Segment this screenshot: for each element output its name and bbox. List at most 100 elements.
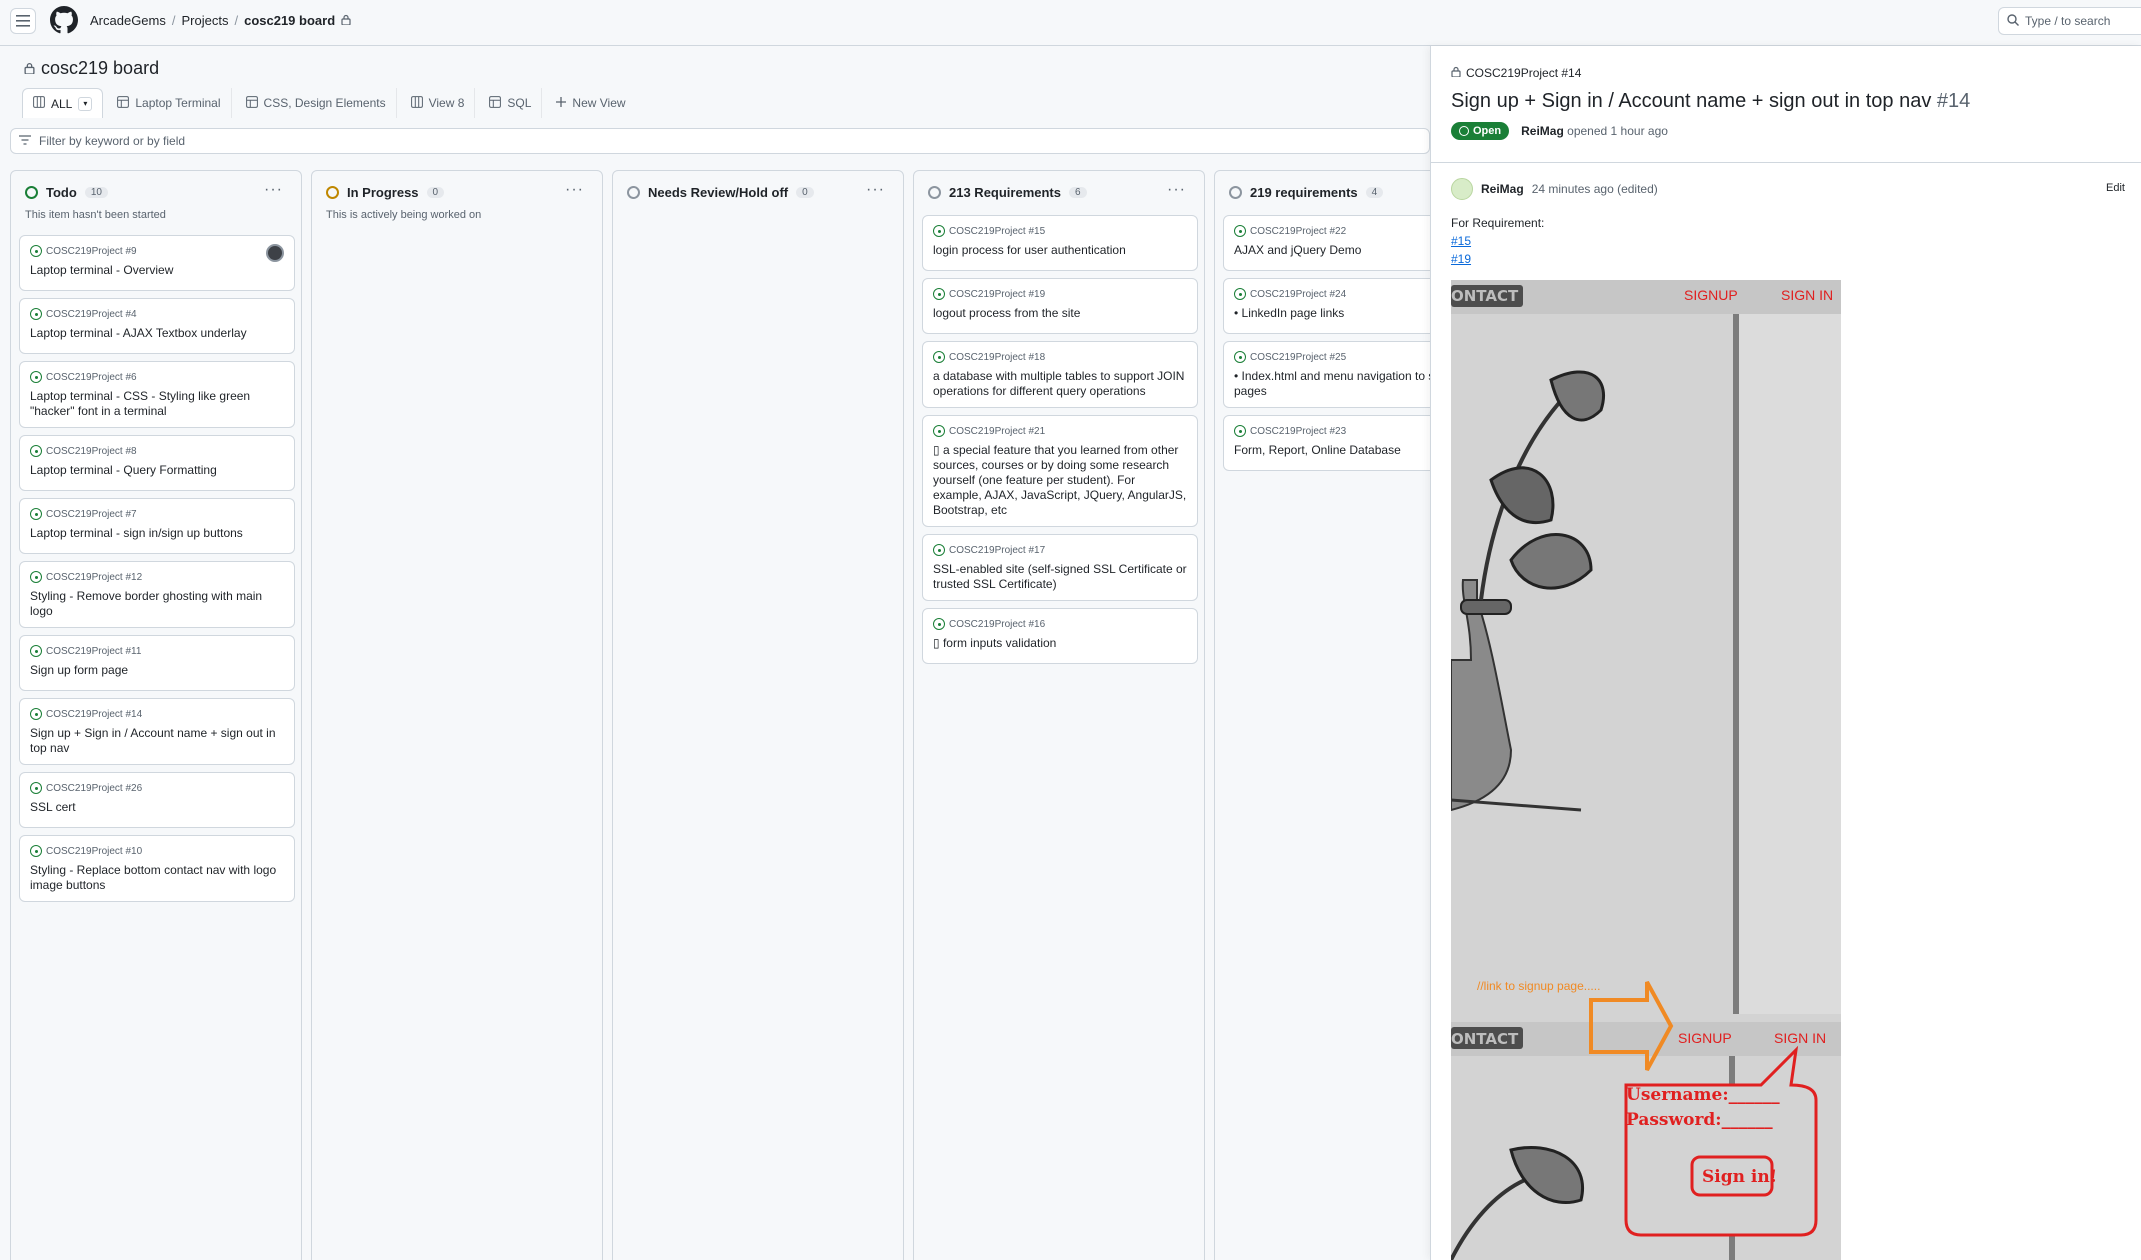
card-ref-text: COSC219Project #6: [46, 371, 137, 383]
edit-button[interactable]: Edit: [2106, 182, 2125, 194]
more-options-icon[interactable]: ···: [264, 181, 283, 199]
lock-icon: [341, 13, 351, 28]
column-header: Todo 10: [25, 185, 108, 200]
chevron-down-icon[interactable]: ▾: [78, 96, 93, 111]
issue-title-text: Sign up + Sign in / Account name + sign …: [1451, 90, 1932, 112]
tab-label: CSS, Design Elements: [263, 96, 386, 110]
card-ref-text: COSC219Project #23: [1250, 425, 1347, 437]
card-ref-text: COSC219Project #17: [949, 544, 1046, 556]
card-ref-text: COSC219Project #9: [46, 245, 137, 257]
filter-input[interactable]: Filter by keyword or by field: [10, 128, 1430, 154]
menu-icon[interactable]: [10, 8, 36, 34]
card-ref: COSC219Project #15: [933, 225, 1187, 237]
more-options-icon[interactable]: ···: [565, 181, 584, 199]
page-title: cosc219 board: [24, 58, 159, 79]
card-title[interactable]: login process for user authentication: [933, 243, 1187, 258]
breadcrumb-board[interactable]: cosc219 board: [244, 13, 335, 28]
board-icon: [33, 96, 45, 111]
comment-intro: For Requirement:: [1451, 216, 1545, 230]
card-ref-text: COSC219Project #26: [46, 782, 143, 794]
card-title[interactable]: ▯ form inputs validation: [933, 636, 1187, 651]
card-title[interactable]: Laptop terminal - CSS - Styling like gre…: [30, 389, 284, 419]
card-ref: COSC219Project #21: [933, 425, 1187, 437]
issue-ref-text[interactable]: COSC219Project #14: [1466, 66, 1581, 80]
card-ref-text: COSC219Project #8: [46, 445, 137, 457]
status-badge-text: Open: [1473, 125, 1502, 137]
breadcrumb: ArcadeGems / Projects / cosc219 board: [90, 13, 351, 28]
issue-card[interactable]: COSC219Project #18 a database with multi…: [922, 341, 1198, 408]
more-options-icon[interactable]: ···: [866, 181, 885, 199]
card-title[interactable]: a database with multiple tables to suppo…: [933, 369, 1187, 399]
issue-author[interactable]: ReiMag: [1521, 124, 1564, 138]
tab-sql[interactable]: SQL: [479, 88, 543, 118]
search-icon: [2007, 13, 2019, 29]
issue-card[interactable]: COSC219Project #21 ▯ a special feature t…: [922, 415, 1198, 527]
issue-card[interactable]: COSC219Project #8 Laptop terminal - Quer…: [19, 435, 295, 491]
issue-card[interactable]: COSC219Project #19 logout process from t…: [922, 278, 1198, 334]
mockup-password: Password:______: [1626, 1110, 1773, 1130]
card-title[interactable]: Styling - Remove border ghosting with ma…: [30, 589, 284, 619]
card-ref: COSC219Project #17: [933, 544, 1187, 556]
card-title[interactable]: Laptop terminal - AJAX Textbox underlay: [30, 326, 284, 341]
issue-card[interactable]: COSC219Project #7 Laptop terminal - sign…: [19, 498, 295, 554]
issue-card[interactable]: COSC219Project #14 Sign up + Sign in / A…: [19, 698, 295, 765]
issue-open-icon: [1234, 225, 1246, 237]
card-title[interactable]: Laptop terminal - sign in/sign up button…: [30, 526, 284, 541]
card-title[interactable]: Sign up form page: [30, 663, 284, 678]
issue-card[interactable]: COSC219Project #6 Laptop terminal - CSS …: [19, 361, 295, 428]
issue-card[interactable]: COSC219Project #16 ▯ form inputs validat…: [922, 608, 1198, 664]
card-title[interactable]: ▯ a special feature that you learned fro…: [933, 443, 1187, 518]
card-title[interactable]: SSL cert: [30, 800, 284, 815]
assignee-avatar[interactable]: [266, 244, 284, 262]
issue-card[interactable]: COSC219Project #9 Laptop terminal - Over…: [19, 235, 295, 291]
card-ref: COSC219Project #16: [933, 618, 1187, 630]
comment-author[interactable]: ReiMag: [1481, 182, 1524, 196]
issue-open-icon: [30, 845, 42, 857]
card-title[interactable]: Sign up + Sign in / Account name + sign …: [30, 726, 284, 756]
github-logo-icon[interactable]: [50, 6, 78, 37]
card-title[interactable]: SSL-enabled site (self-signed SSL Certif…: [933, 562, 1187, 592]
issue-card[interactable]: COSC219Project #12 Styling - Remove bord…: [19, 561, 295, 628]
issue-card[interactable]: COSC219Project #15 login process for use…: [922, 215, 1198, 271]
card-title[interactable]: logout process from the site: [933, 306, 1187, 321]
tab-all[interactable]: ALL ▾: [22, 88, 104, 118]
breadcrumb-separator: /: [171, 13, 176, 28]
more-options-icon[interactable]: ···: [1167, 181, 1186, 199]
column-title: In Progress: [347, 185, 419, 200]
column-count: 4: [1365, 187, 1384, 198]
issue-card[interactable]: COSC219Project #11 Sign up form page: [19, 635, 295, 691]
status-circle-icon: [1229, 186, 1242, 199]
filter-placeholder: Filter by keyword or by field: [39, 134, 186, 148]
mockup-username: Username:______: [1626, 1085, 1780, 1105]
tab-laptop-terminal[interactable]: Laptop Terminal: [107, 88, 232, 118]
issue-card[interactable]: COSC219Project #4 Laptop terminal - AJAX…: [19, 298, 295, 354]
tab-view-8[interactable]: View 8: [401, 88, 476, 118]
card-ref-text: COSC219Project #19: [949, 288, 1046, 300]
card-title[interactable]: Styling - Replace bottom contact nav wit…: [30, 863, 284, 893]
column-description: This is actively being worked on: [326, 209, 482, 221]
card-ref-text: COSC219Project #25: [1250, 351, 1347, 363]
issue-link-19[interactable]: #19: [1451, 250, 1544, 268]
breadcrumb-org[interactable]: ArcadeGems: [90, 13, 166, 28]
search-input[interactable]: Type / to search: [1998, 7, 2141, 35]
avatar[interactable]: [1451, 178, 1473, 200]
tab-label: View 8: [428, 96, 465, 110]
issue-card[interactable]: COSC219Project #17 SSL-enabled site (sel…: [922, 534, 1198, 601]
issue-open-icon: [30, 371, 42, 383]
mockup-signin-button: Sign in!: [1702, 1167, 1777, 1187]
card-ref-text: COSC219Project #11: [46, 645, 142, 657]
breadcrumb-projects[interactable]: Projects: [182, 13, 229, 28]
issue-open-icon: [1234, 288, 1246, 300]
issue-link-15[interactable]: #15: [1451, 232, 1544, 250]
issue-card[interactable]: COSC219Project #10 Styling - Replace bot…: [19, 835, 295, 902]
card-title[interactable]: Laptop terminal - Query Formatting: [30, 463, 284, 478]
issue-open-icon: [30, 308, 42, 320]
plus-icon: [556, 96, 567, 110]
new-view-button[interactable]: New View: [546, 88, 635, 118]
column-count: 6: [1069, 187, 1087, 198]
issue-card[interactable]: COSC219Project #26 SSL cert: [19, 772, 295, 828]
card-title[interactable]: Laptop terminal - Overview: [30, 263, 284, 278]
card-ref: COSC219Project #6: [30, 371, 284, 383]
tab-css-design[interactable]: CSS, Design Elements: [236, 88, 397, 118]
comment-time: 24 minutes ago (edited): [1531, 182, 1658, 196]
